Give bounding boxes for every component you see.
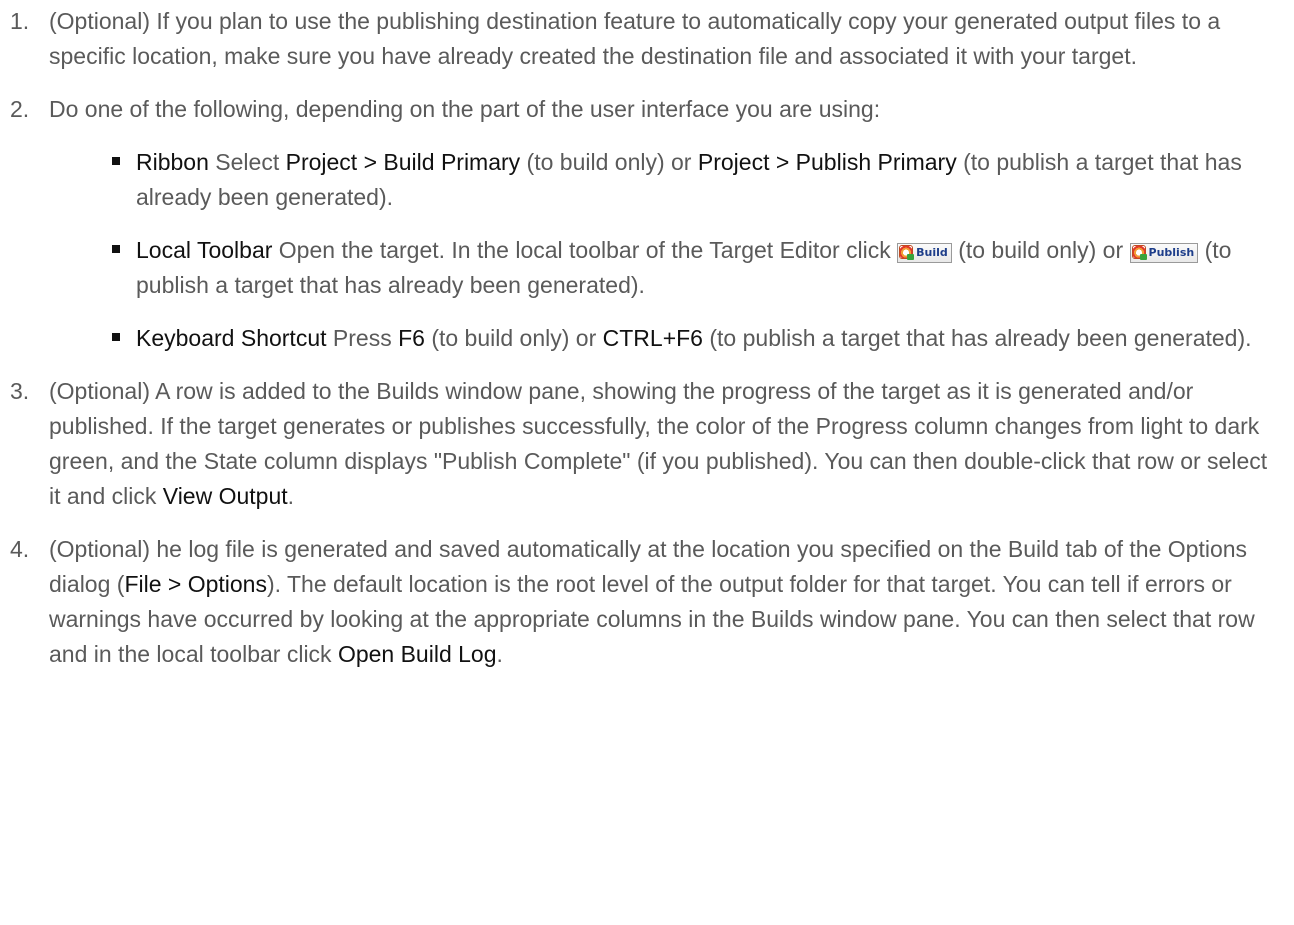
steps-list: 1. (Optional) If you plan to use the pub… — [0, 4, 1294, 672]
step-text-end: . — [287, 483, 295, 509]
option-text: (to build only) or — [520, 149, 698, 175]
build-button-label: Build — [916, 246, 948, 259]
publish-icon — [1131, 245, 1147, 260]
option-title: Local Toolbar — [136, 237, 273, 263]
option-text: (to build only) or — [951, 237, 1130, 263]
bullet-square-icon — [112, 333, 120, 341]
option-text: Open the target. In the local toolbar of… — [272, 237, 898, 263]
step-text: (Optional) If you plan to use the publis… — [49, 8, 1221, 69]
option-text: (to build only) or — [424, 325, 603, 351]
step-text: (Optional) A row is added to the Builds … — [49, 374, 1284, 514]
step-text-end: . — [496, 641, 503, 667]
menu-path: Project > Publish Primary — [697, 149, 957, 175]
options-list: Ribbon Select Project > Build Primary (t… — [49, 145, 1284, 356]
build-button-image: Build — [897, 243, 952, 263]
step-text: Do one of the following, depending on th… — [49, 96, 881, 122]
bullet-square-icon — [112, 157, 120, 165]
document: 1. (Optional) If you plan to use the pub… — [0, 4, 1294, 925]
option-text: (to publish a target that has already be… — [702, 325, 1252, 351]
bullet-square-icon — [112, 245, 120, 253]
shortcut-key: F6 — [398, 325, 425, 351]
option-text: Select — [208, 149, 286, 175]
step-4: 4. (Optional) he log file is generated a… — [0, 532, 1294, 672]
menu-path: Project > Build Primary — [285, 149, 521, 175]
step-3: 3. (Optional) A row is added to the Buil… — [0, 374, 1294, 514]
publish-button-label: Publish — [1148, 246, 1195, 259]
option-ribbon: Ribbon Select Project > Build Primary (t… — [49, 145, 1284, 215]
step-number: 4. — [10, 536, 30, 562]
open-build-log-label: Open Build Log — [337, 641, 497, 667]
option-title: Keyboard Shortcut — [136, 325, 327, 351]
option-local-toolbar: Local Toolbar Open the target. In the lo… — [49, 233, 1284, 303]
menu-path: File > Options — [124, 571, 267, 597]
shortcut-key: CTRL+F6 — [602, 325, 703, 351]
step-number: 2. — [10, 96, 30, 122]
step-text: (Optional) he log file is generated and … — [49, 532, 1284, 672]
publish-button-image: Publish — [1129, 243, 1199, 263]
build-icon — [899, 245, 915, 260]
option-keyboard-shortcut: Keyboard Shortcut Press F6 (to build onl… — [49, 321, 1284, 356]
option-title: Ribbon — [136, 149, 209, 175]
step-number: 3. — [10, 378, 30, 404]
step-1: 1. (Optional) If you plan to use the pub… — [0, 4, 1294, 74]
view-output-label: View Output — [162, 483, 288, 509]
step-number: 1. — [10, 8, 30, 34]
option-text: Press — [326, 325, 399, 351]
step-2: 2. Do one of the following, depending on… — [0, 92, 1294, 356]
